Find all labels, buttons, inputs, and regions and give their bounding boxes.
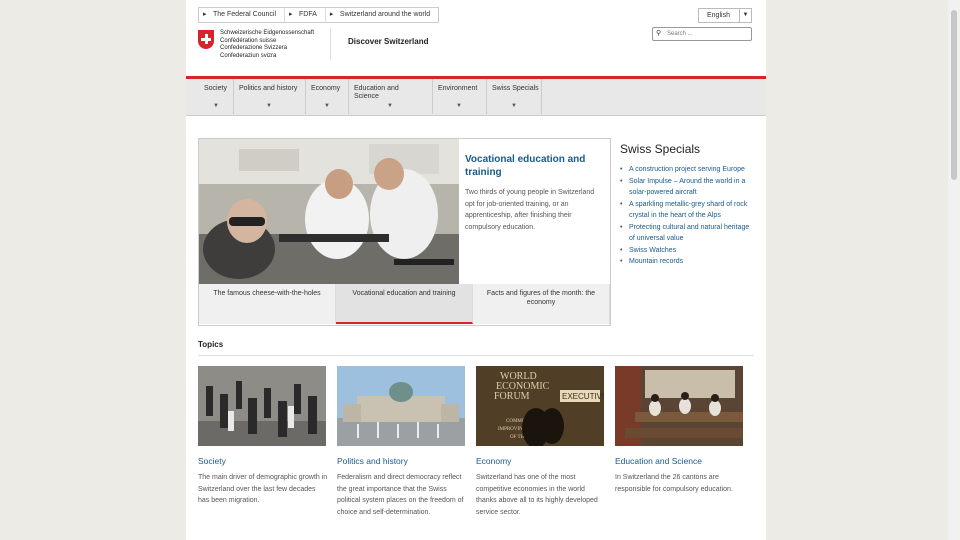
topic-title[interactable]: Education and Science	[615, 456, 745, 466]
hero-carousel: Vocational education and training Two th…	[198, 138, 611, 326]
nav-item-label: Economy	[311, 85, 341, 92]
header-divider	[330, 28, 331, 60]
caret-down-icon: ▼	[456, 103, 462, 109]
language-value: English	[707, 12, 730, 19]
nav-item-label: Politics and history	[239, 85, 298, 92]
hero-tab-facts-figures[interactable]: Facts and figures of the month: the econ…	[473, 284, 610, 324]
caret-down-icon: ▼	[387, 103, 393, 109]
hero-tab-cheese[interactable]: The famous cheese-with-the-holes	[199, 284, 336, 324]
nav-item-label: Environment	[438, 85, 478, 92]
search-icon: ⚲	[656, 30, 662, 37]
topic-title[interactable]: Society	[198, 456, 328, 466]
breadcrumb-item-switzerland-world[interactable]: Switzerland around the world	[324, 8, 438, 22]
topic-image-society[interactable]	[198, 366, 326, 446]
logo-line-fr: Confédération suisse	[220, 37, 277, 44]
caret-down-icon: ▼	[266, 103, 272, 109]
specials-link[interactable]: A sparkling metallic-grey shard of rock …	[620, 199, 756, 222]
hero-title[interactable]: Vocational education and training	[465, 153, 603, 179]
caret-down-icon: ▼	[511, 103, 517, 109]
wef-executive-sign: EXECUTIVE	[562, 392, 604, 401]
nav-item-label: Society	[204, 85, 227, 92]
nav-item-label: Swiss Specials	[492, 85, 539, 92]
specials-link[interactable]: Mountain records	[620, 256, 756, 268]
topic-card-education-science: Education and Science In Switzerland the…	[615, 366, 745, 495]
lab-photo	[199, 139, 459, 284]
wef-photo: WORLD ECONOMIC FORUM EXECUTIVE COMMITTED…	[476, 366, 604, 446]
hero-tabs: The famous cheese-with-the-holes Vocatio…	[199, 284, 610, 325]
scrollbar-thumb[interactable]	[951, 10, 957, 180]
topic-title[interactable]: Politics and history	[337, 456, 467, 466]
nav-item-society[interactable]: Society ▼	[198, 79, 234, 114]
logo-text: Schweizerische Eidgenossenschaft Confédé…	[220, 30, 314, 60]
hero-text: Vocational education and training Two th…	[465, 153, 603, 233]
specials-link[interactable]: Protecting cultural and natural heritage…	[620, 222, 756, 245]
caret-down-icon: ▼	[324, 103, 330, 109]
logo-line-rm: Confederaziun svizra	[220, 52, 277, 59]
specials-link[interactable]: Swiss Watches	[620, 245, 756, 257]
specials-title: Swiss Specials	[620, 142, 701, 156]
site-title[interactable]: Discover Switzerland	[348, 37, 428, 46]
chevron-down-icon: ▼	[739, 9, 751, 22]
specials-list: A construction project serving Europe So…	[620, 164, 756, 268]
topic-card-politics-history: Politics and history Federalism and dire…	[337, 366, 467, 518]
search-input[interactable]: ⚲ Search ...	[652, 27, 752, 41]
main-nav: Society ▼ Politics and history ▼ Economy…	[186, 79, 766, 116]
breadcrumb-item-federal-council[interactable]: The Federal Council	[199, 8, 284, 22]
page-scrollbar[interactable]	[948, 0, 960, 540]
topic-description: Federalism and direct democracy reflect …	[337, 474, 464, 516]
topic-card-society: Society The main driver of demographic g…	[198, 366, 328, 507]
nav-item-politics-history[interactable]: Politics and history ▼	[233, 79, 306, 114]
breadcrumb: The Federal Council FDFA Switzerland aro…	[198, 7, 440, 23]
crowd-photo	[198, 366, 326, 446]
caret-down-icon: ▼	[213, 103, 219, 109]
hero-description: Two thirds of young people in Switzerlan…	[465, 189, 595, 231]
specials-link[interactable]: A construction project serving Europe	[620, 164, 756, 176]
topic-title[interactable]: Economy	[476, 456, 606, 466]
breadcrumb-item-fdfa[interactable]: FDFA	[284, 8, 325, 22]
search-placeholder: Search ...	[667, 31, 693, 37]
topic-image-economy[interactable]: WORLD ECONOMIC FORUM EXECUTIVE COMMITTED…	[476, 366, 604, 446]
nav-item-economy[interactable]: Economy ▼	[305, 79, 349, 114]
hero-tab-vocational[interactable]: Vocational education and training	[336, 284, 473, 324]
topic-card-economy: WORLD ECONOMIC FORUM EXECUTIVE COMMITTED…	[476, 366, 606, 518]
hero-image[interactable]	[199, 139, 459, 284]
topics-title: Topics	[198, 340, 224, 349]
topic-description: Switzerland has one of the most competit…	[476, 474, 598, 516]
language-select[interactable]: English ▼	[698, 8, 752, 23]
nav-item-environment[interactable]: Environment ▼	[432, 79, 487, 114]
specials-link[interactable]: Solar Impulse – Around the world in a so…	[620, 176, 756, 199]
topic-image-education[interactable]	[615, 366, 743, 446]
wef-sign-line: FORUM	[494, 391, 530, 402]
page: The Federal Council FDFA Switzerland aro…	[186, 0, 766, 540]
topics-divider	[198, 355, 754, 356]
swiss-cross-icon	[198, 30, 214, 49]
topic-image-politics[interactable]	[337, 366, 465, 446]
library-photo	[615, 366, 743, 446]
topic-description: In Switzerland the 26 cantons are respon…	[615, 474, 733, 493]
topic-description: The main driver of demographic growth in…	[198, 474, 328, 504]
nav-item-education-science[interactable]: Education and Science ▼	[348, 79, 433, 114]
logo-line-de: Schweizerische Eidgenossenschaft	[220, 30, 315, 36]
nav-item-label: Education and Science	[354, 85, 399, 100]
logo-line-it: Confederazione Svizzera	[220, 45, 288, 52]
nav-item-swiss-specials[interactable]: Swiss Specials ▼	[486, 79, 542, 114]
federal-palace-photo	[337, 366, 465, 446]
